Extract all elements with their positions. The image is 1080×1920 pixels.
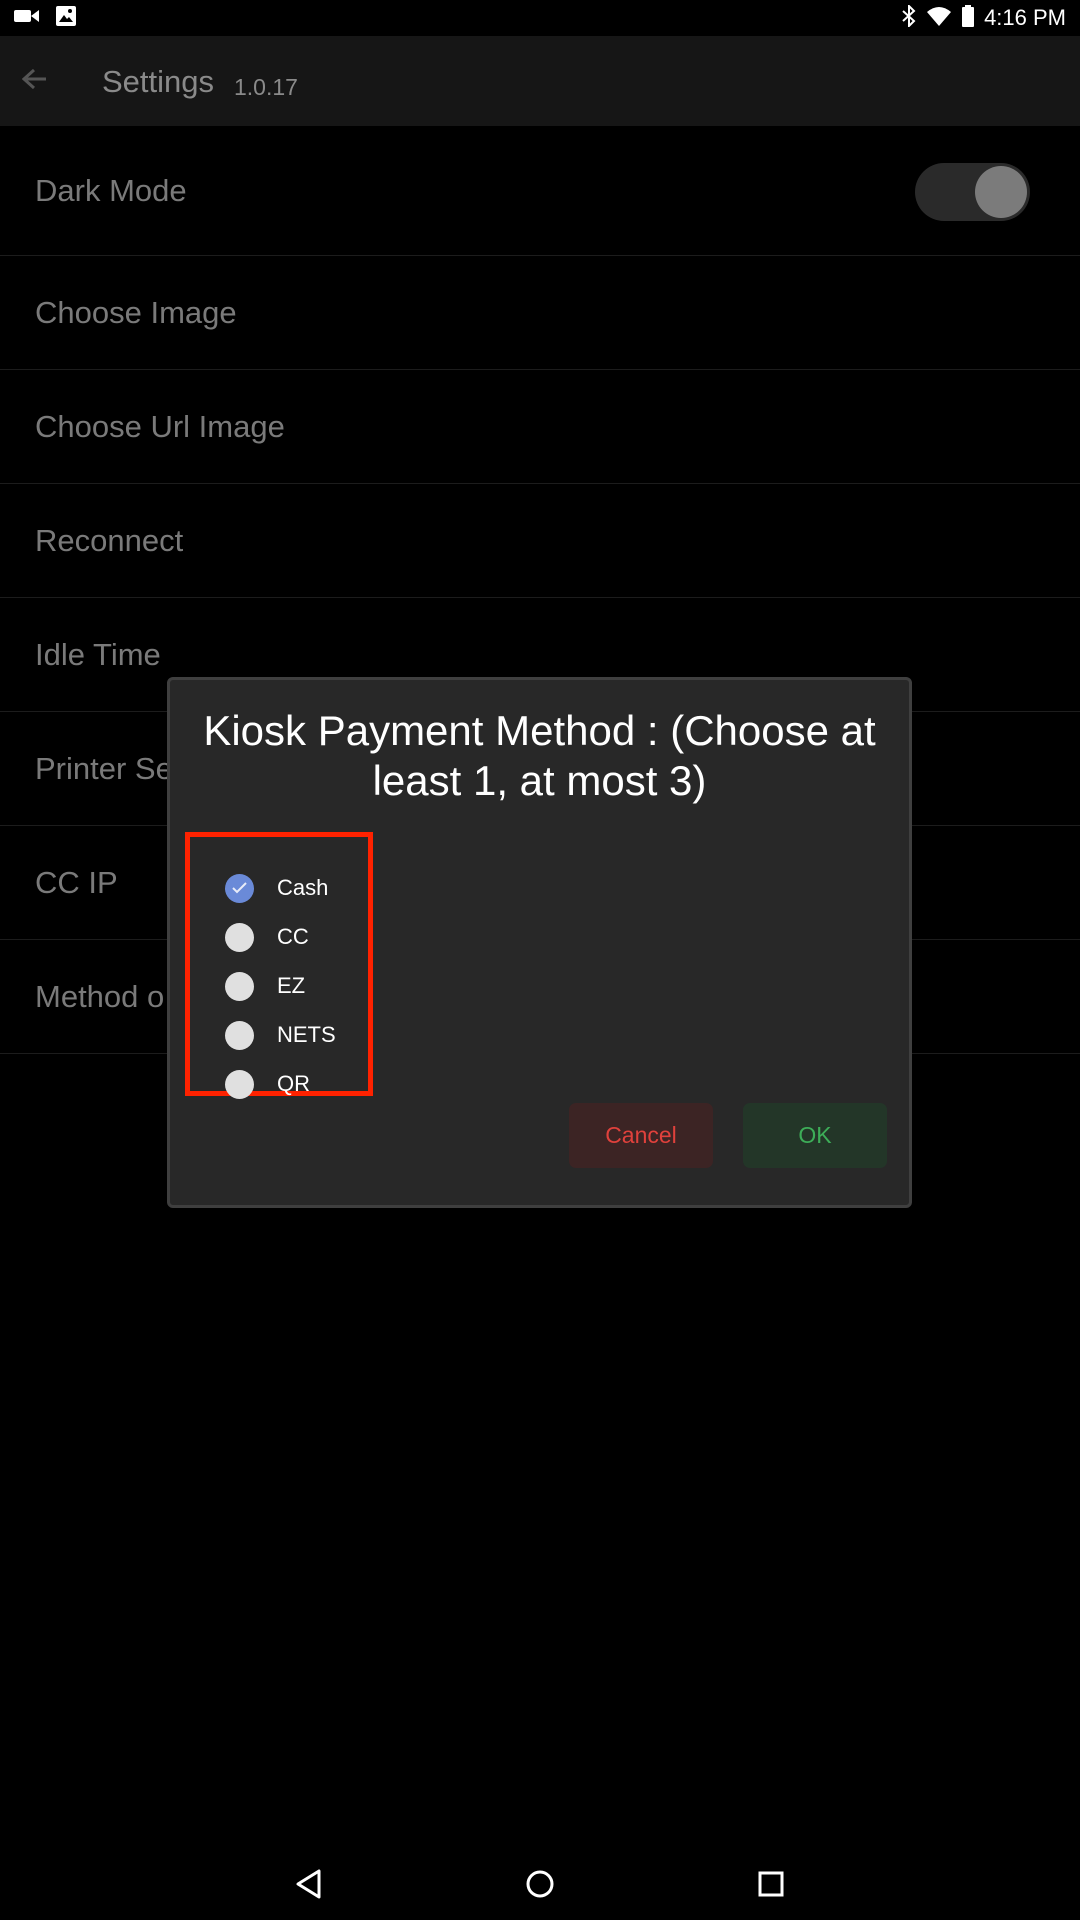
radio-checked-icon[interactable]	[225, 873, 254, 903]
dialog-title: Kiosk Payment Method : (Choose at least …	[203, 707, 876, 804]
setting-label: Choose Url Image	[35, 408, 285, 444]
wifi-icon	[926, 5, 952, 32]
option-label: QR	[277, 1071, 310, 1096]
dark-mode-toggle[interactable]	[915, 163, 1030, 221]
option-label: Cash	[277, 875, 329, 900]
navigation-bar	[0, 1850, 1080, 1920]
setting-label: Method o	[35, 978, 165, 1014]
setting-label: Reconnect	[35, 522, 184, 558]
image-icon	[56, 5, 76, 31]
radio-unchecked-icon[interactable]	[225, 971, 254, 1001]
nav-home-button[interactable]	[518, 1864, 562, 1908]
nav-recents-button[interactable]	[749, 1864, 793, 1908]
setting-label: Dark Mode	[35, 172, 187, 208]
radio-unchecked-icon[interactable]	[225, 1069, 254, 1099]
video-camera-icon	[14, 8, 40, 29]
status-bar: 4:16 PM	[0, 0, 1080, 36]
option-ez[interactable]: EZ	[225, 966, 355, 1006]
option-cash[interactable]: Cash	[225, 868, 355, 908]
option-label: CC	[277, 924, 309, 949]
payment-method-dialog: Kiosk Payment Method : (Choose at least …	[167, 677, 912, 1208]
arrow-left-icon	[21, 68, 48, 95]
page-title: Settings	[102, 64, 215, 99]
setting-label: Idle Time	[35, 636, 161, 672]
option-label: EZ	[277, 973, 306, 998]
setting-choose-image[interactable]: Choose Image	[0, 256, 1080, 370]
setting-choose-url-image[interactable]: Choose Url Image	[0, 370, 1080, 484]
option-cc[interactable]: CC	[225, 917, 355, 957]
back-button[interactable]	[14, 60, 56, 102]
bluetooth-icon	[902, 3, 916, 32]
radio-unchecked-icon[interactable]	[225, 922, 254, 952]
option-qr[interactable]: QR	[225, 1064, 355, 1104]
status-time: 4:16 PM	[984, 5, 1066, 30]
app-bar: Settings 1.0.17	[0, 36, 1080, 126]
radio-unchecked-icon[interactable]	[225, 1020, 254, 1050]
status-left-icons	[14, 5, 76, 31]
setting-reconnect[interactable]: Reconnect	[0, 484, 1080, 598]
option-label: NETS	[277, 1022, 336, 1047]
setting-dark-mode[interactable]: Dark Mode	[0, 126, 1080, 256]
nav-back-button[interactable]	[287, 1864, 331, 1908]
toggle-thumb	[975, 166, 1027, 218]
status-right: 4:16 PM	[902, 3, 1066, 32]
back-triangle-icon	[295, 1869, 323, 1904]
cancel-button[interactable]: Cancel	[569, 1103, 713, 1168]
app-version: 1.0.17	[234, 74, 298, 100]
ok-button[interactable]: OK	[743, 1103, 887, 1168]
setting-label: Printer Se	[35, 750, 173, 786]
option-nets[interactable]: NETS	[225, 1015, 355, 1055]
setting-label: Choose Image	[35, 294, 237, 330]
setting-label: CC IP	[35, 864, 118, 900]
recents-square-icon	[758, 1871, 784, 1902]
home-circle-icon	[525, 1869, 555, 1904]
battery-icon	[962, 4, 975, 32]
